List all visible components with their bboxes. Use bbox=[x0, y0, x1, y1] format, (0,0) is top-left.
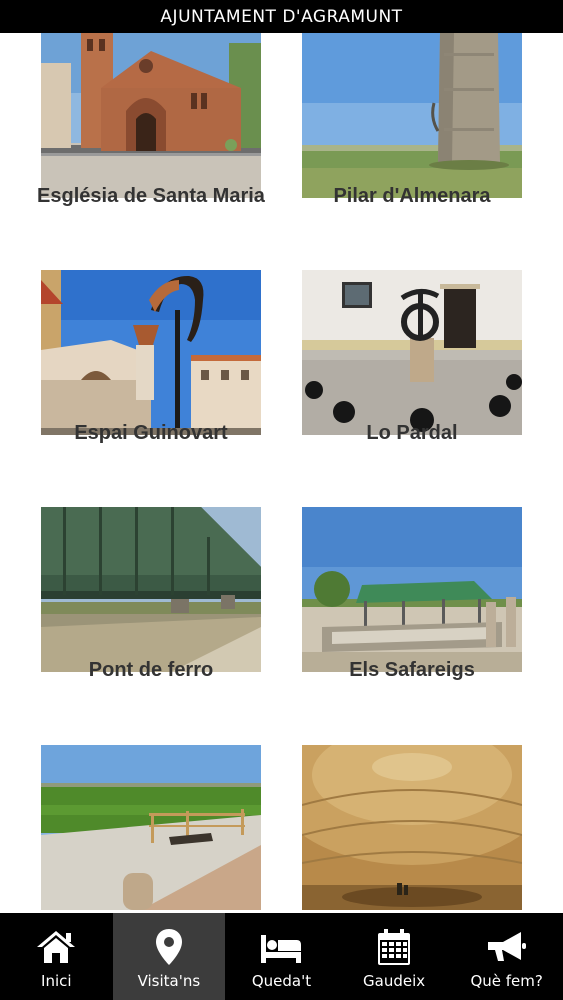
place-card-ice-well[interactable] bbox=[302, 745, 522, 913]
place-title: Pont de ferro bbox=[88, 659, 214, 681]
iron-bridge-photo[interactable] bbox=[41, 507, 261, 672]
tab-que-fem[interactable]: Què fem? bbox=[450, 913, 563, 1000]
tab-gaudeix[interactable]: Gaudeix bbox=[338, 913, 451, 1000]
place-title: Pilar d'Almenara bbox=[333, 185, 491, 207]
place-card-pont-de-ferro[interactable]: Pont de ferro bbox=[41, 507, 261, 717]
megaphone-icon bbox=[485, 927, 529, 967]
tab-label: Inici bbox=[41, 972, 72, 990]
tab-label: Queda't bbox=[251, 972, 312, 990]
tab-quedat[interactable]: Queda't bbox=[225, 913, 338, 1000]
church-photo[interactable] bbox=[41, 33, 261, 198]
sculpture-plaza-photo[interactable] bbox=[302, 270, 522, 435]
app-title: AJUNTAMENT D'AGRAMUNT bbox=[160, 6, 403, 27]
bed-icon bbox=[259, 927, 303, 967]
excavation-site-photo[interactable] bbox=[41, 745, 261, 910]
place-card-pilar-almenara[interactable]: Pilar d'Almenara bbox=[302, 33, 522, 243]
place-title: Els Safareigs bbox=[349, 659, 475, 681]
place-title: Lo Pardal bbox=[366, 422, 458, 444]
place-title: Església de Santa Maria bbox=[37, 185, 265, 207]
wash-house-photo[interactable] bbox=[302, 507, 522, 672]
place-card-espai-guinovart[interactable]: Espai Guinovart bbox=[41, 270, 261, 480]
app-header: AJUNTAMENT D'AGRAMUNT bbox=[0, 0, 563, 33]
places-grid[interactable]: Església de Santa Maria Pilar d'Almenara bbox=[0, 33, 563, 913]
place-title: Espai Guinovart bbox=[74, 422, 228, 444]
bottom-tab-bar: Inici Visita'ns Queda't Gaudeix Què fem? bbox=[0, 913, 563, 1000]
tab-inici[interactable]: Inici bbox=[0, 913, 113, 1000]
tab-label: Gaudeix bbox=[363, 972, 426, 990]
tab-visitans[interactable]: Visita'ns bbox=[112, 913, 226, 1000]
place-card-lo-pardal[interactable]: Lo Pardal bbox=[302, 270, 522, 480]
place-card-excavation[interactable] bbox=[41, 745, 261, 913]
home-icon bbox=[34, 927, 78, 967]
tab-label: Què fem? bbox=[470, 972, 543, 990]
ice-well-dome-photo[interactable] bbox=[302, 745, 522, 910]
map-marker-icon bbox=[147, 927, 191, 967]
tab-label: Visita'ns bbox=[137, 972, 201, 990]
place-card-els-safareigs[interactable]: Els Safareigs bbox=[302, 507, 522, 717]
sculpture-building-photo[interactable] bbox=[41, 270, 261, 435]
place-card-santa-maria[interactable]: Església de Santa Maria bbox=[37, 33, 265, 243]
tower-photo[interactable] bbox=[302, 33, 522, 198]
calendar-icon bbox=[372, 927, 416, 967]
